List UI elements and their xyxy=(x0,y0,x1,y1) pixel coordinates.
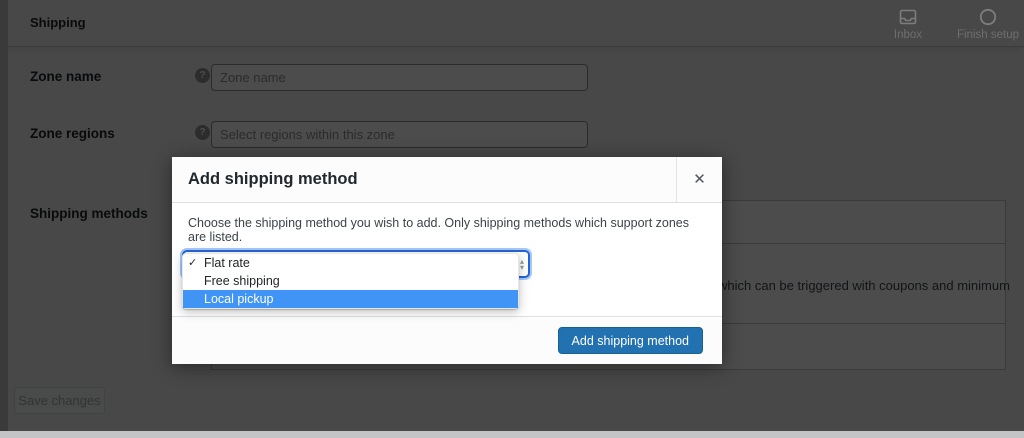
add-shipping-method-modal: Add shipping method ✕ Choose the shippin… xyxy=(172,157,722,364)
select-arrows-icon: ▴ ▾ xyxy=(519,257,524,272)
inbox-label: Inbox xyxy=(893,29,923,41)
menu-item-label: Flat rate xyxy=(204,256,250,270)
modal-description: Choose the shipping method you wish to a… xyxy=(188,216,689,244)
finish-setup-tab[interactable]: Finish setup xyxy=(952,7,1024,41)
checkmark-icon: ✓ xyxy=(188,257,198,269)
modal-header: Add shipping method ✕ xyxy=(172,157,722,203)
menu-item-local-pickup[interactable]: Local pickup xyxy=(183,290,518,308)
close-icon[interactable]: ✕ xyxy=(676,157,722,202)
menu-item-label: Free shipping xyxy=(204,274,280,288)
add-shipping-method-button[interactable]: Add shipping method xyxy=(557,327,703,354)
bottom-edge-strip xyxy=(0,431,1024,438)
modal-footer: Add shipping method xyxy=(172,316,722,364)
menu-item-label: Local pickup xyxy=(204,292,274,306)
shipping-settings-screen: Shipping Zone name ? Zone regions ? Ship… xyxy=(0,0,1024,438)
shipping-method-dropdown-menu: ✓ Flat rate Free shipping Local pickup xyxy=(182,253,519,309)
menu-item-free-shipping[interactable]: Free shipping xyxy=(183,272,518,290)
inbox-tab[interactable]: Inbox xyxy=(884,7,932,41)
inbox-icon xyxy=(884,7,932,27)
modal-title: Add shipping method xyxy=(188,170,358,188)
setup-progress-circle-icon xyxy=(952,7,1024,27)
activity-panel: Inbox Finish setup xyxy=(870,0,1024,47)
finish-setup-label: Finish setup xyxy=(956,29,1019,41)
menu-item-flat-rate[interactable]: ✓ Flat rate xyxy=(183,254,518,272)
